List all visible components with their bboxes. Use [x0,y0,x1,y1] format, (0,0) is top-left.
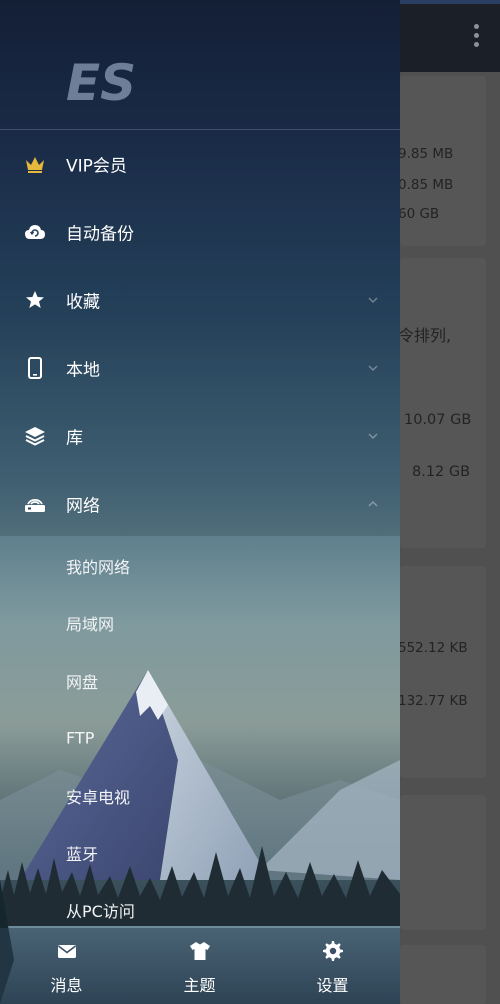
network-item-label: 局域网 [66,615,115,634]
es-logo: ES [66,54,136,108]
network-item-android-tv[interactable]: 安卓电视 [0,768,400,824]
chevron-up-icon[interactable] [368,499,378,509]
tab-messages[interactable]: 消息 [0,928,133,1004]
menu-label-favorites: 收藏 [66,292,100,313]
router-icon [24,493,46,515]
shirt-icon [189,942,210,960]
tab-settings[interactable]: 设置 [266,928,399,1004]
chevron-down-icon[interactable] [368,295,378,305]
svg-text:ES: ES [66,54,136,108]
network-item-label: 蓝牙 [66,845,99,864]
tab-theme[interactable]: 主题 [133,928,266,1004]
menu-label-auto-backup: 自动备份 [66,224,134,245]
tab-label: 设置 [316,976,349,995]
mail-icon [57,945,76,958]
menu-item-vip[interactable]: VIP会员 [0,130,400,198]
gear-icon [322,941,343,961]
chevron-down-icon[interactable] [368,431,378,441]
menu-label-library: 库 [66,428,83,449]
network-item-my-network[interactable]: 我的网络 [0,538,400,594]
network-item-label: 网盘 [66,673,99,692]
drawer-bottom-bar: 消息 主题 设置 [0,928,400,1004]
network-item-lan[interactable]: 局域网 [0,595,400,651]
menu-label-network: 网络 [66,496,100,517]
network-item-label: 我的网络 [66,558,131,577]
tab-label: 消息 [50,976,83,995]
crown-icon [24,153,46,175]
network-item-ftp[interactable]: FTP [0,710,400,766]
network-item-label: FTP [66,728,95,748]
network-item-bluetooth[interactable]: 蓝牙 [0,825,400,881]
menu-item-network[interactable]: 网络 [0,470,400,538]
cloud-backup-icon [24,221,46,243]
menu-item-local[interactable]: 本地 [0,334,400,402]
menu-label-vip: VIP会员 [66,156,127,177]
navigation-drawer: ES VIP会员 自动备份 收藏 本地 库 网络 我的网络 局域网 网盘 FTP… [0,0,400,1004]
network-item-label: 从PC访问 [66,902,135,921]
network-item-cloud-drive[interactable]: 网盘 [0,653,400,709]
chevron-down-icon[interactable] [368,363,378,373]
network-item-label: 安卓电视 [66,788,131,807]
menu-item-library[interactable]: 库 [0,402,400,470]
star-icon [24,289,46,311]
menu-item-favorites[interactable]: 收藏 [0,266,400,334]
layers-icon [24,425,46,447]
menu-label-local: 本地 [66,360,100,381]
phone-icon [24,357,46,379]
menu-item-auto-backup[interactable]: 自动备份 [0,198,400,266]
tab-label: 主题 [183,976,216,995]
